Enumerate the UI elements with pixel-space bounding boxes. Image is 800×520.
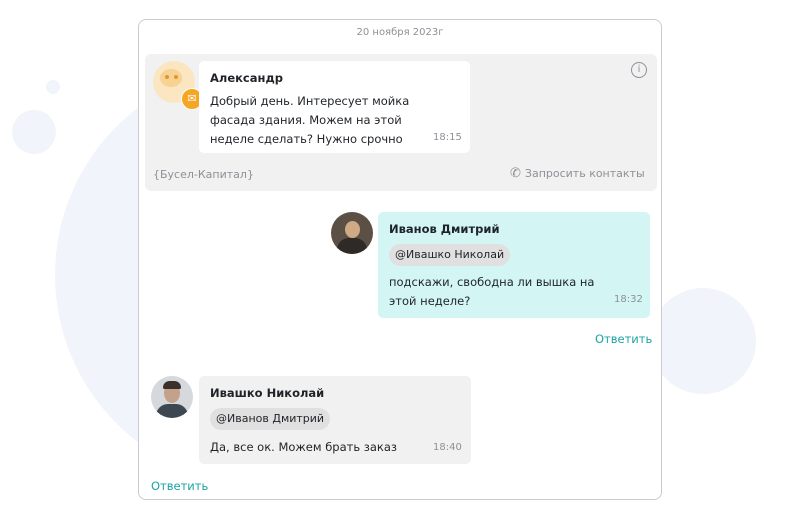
request-contacts-label: Запросить контакты <box>524 167 645 180</box>
message-time: 18:40 <box>433 442 462 453</box>
message-bubble: Иванов Дмитрий @Ивашко Николай подскажи,… <box>378 212 650 318</box>
message-text: Добрый день. Интересует мойка фасада зда… <box>210 94 410 146</box>
message-time: 18:15 <box>433 132 462 143</box>
chat-date: 20 ноября 2023г <box>356 27 444 38</box>
message-time: 18:32 <box>614 294 643 305</box>
background-decoration <box>12 110 56 154</box>
message-bubble: Ивашко Николай @Иванов Дмитрий Да, все о… <box>199 376 471 464</box>
order-card: ✉ Александр Добрый день. Интересует мойк… <box>145 54 657 191</box>
avatar-body <box>337 238 367 254</box>
message-author: Александр <box>210 71 283 85</box>
message-text: Да, все ок. Можем брать заказ <box>210 440 398 454</box>
request-contacts-button[interactable]: ✆ Запросить контакты <box>510 166 645 181</box>
background-decoration <box>46 80 60 94</box>
avatar-hair <box>163 381 181 389</box>
avatar-eye <box>165 75 169 79</box>
avatar-body <box>156 404 188 418</box>
order-message: Александр Добрый день. Интересует мойка … <box>199 61 470 153</box>
avatar-face <box>160 69 182 87</box>
mention-tag[interactable]: @Ивашко Николай <box>389 244 511 266</box>
reply-button[interactable]: Ответить <box>595 332 652 346</box>
info-icon[interactable]: i <box>631 62 647 78</box>
chat-window: 20 ноября 2023г ✉ Александр Добрый день.… <box>138 19 662 500</box>
client-avatar: ✉ <box>153 61 203 110</box>
message-author: Ивашко Николай <box>210 386 325 400</box>
phone-icon: ✆ <box>510 166 521 181</box>
reply-button[interactable]: Ответить <box>151 479 208 493</box>
avatar[interactable] <box>331 212 373 254</box>
message-text: подскажи, свободна ли вышка на этой неде… <box>389 275 595 308</box>
company-name: {Бусел-Капитал} <box>153 168 254 181</box>
avatar[interactable] <box>151 376 193 418</box>
background-decoration <box>650 288 756 394</box>
avatar-eye <box>174 75 178 79</box>
mention-tag[interactable]: @Иванов Дмитрий <box>210 408 331 430</box>
message-author: Иванов Дмитрий <box>389 222 500 236</box>
avatar-head <box>345 221 360 238</box>
